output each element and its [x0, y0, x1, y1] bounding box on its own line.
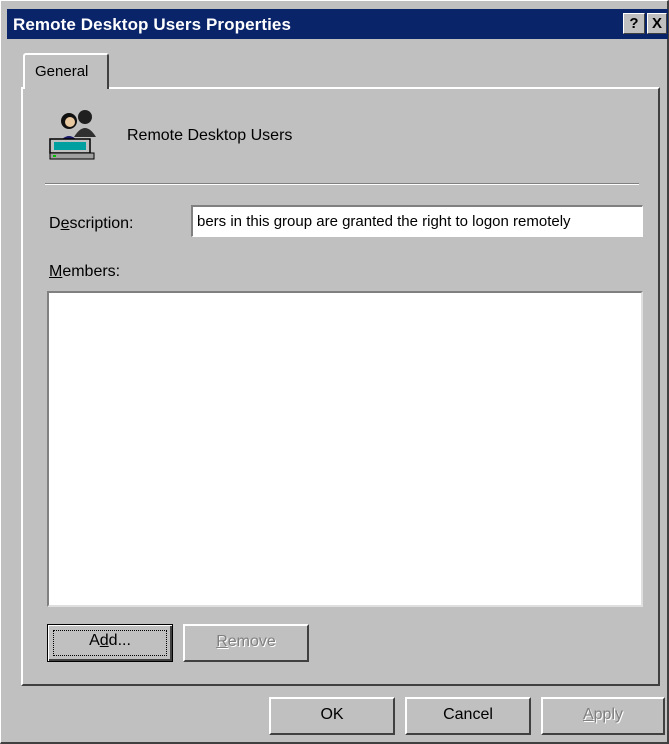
- close-icon: X: [651, 15, 662, 32]
- members-label: Members:: [49, 263, 121, 280]
- cancel-button[interactable]: Cancel: [405, 697, 531, 735]
- help-icon: ?: [629, 15, 639, 32]
- tab-general[interactable]: General: [23, 53, 109, 89]
- remove-button[interactable]: Remove: [183, 624, 309, 662]
- users-group-icon: [49, 110, 96, 160]
- window-title: Remote Desktop Users Properties: [13, 15, 292, 34]
- close-button[interactable]: X: [647, 13, 667, 34]
- help-button[interactable]: ?: [623, 13, 645, 34]
- cancel-label: Cancel: [443, 706, 493, 723]
- properties-dialog: Remote Desktop Users Properties ? X Gene…: [0, 0, 669, 744]
- ok-label: OK: [320, 706, 344, 723]
- tab-general-label: General: [35, 63, 89, 80]
- members-list[interactable]: [47, 291, 643, 607]
- description-label: Description:: [49, 215, 134, 232]
- apply-button[interactable]: Apply: [541, 697, 665, 735]
- title-bar[interactable]: Remote Desktop Users Properties ? X: [7, 9, 668, 39]
- description-field[interactable]: bers in this group are granted the right…: [191, 205, 643, 237]
- add-button[interactable]: Add...: [47, 624, 173, 662]
- ok-button[interactable]: OK: [269, 697, 395, 735]
- group-name: Remote Desktop Users: [127, 127, 293, 144]
- description-value: bers in this group are granted the right…: [197, 213, 571, 230]
- separator: [45, 183, 639, 185]
- general-tab-panel: Remote Desktop Users Description: bers i…: [21, 87, 660, 686]
